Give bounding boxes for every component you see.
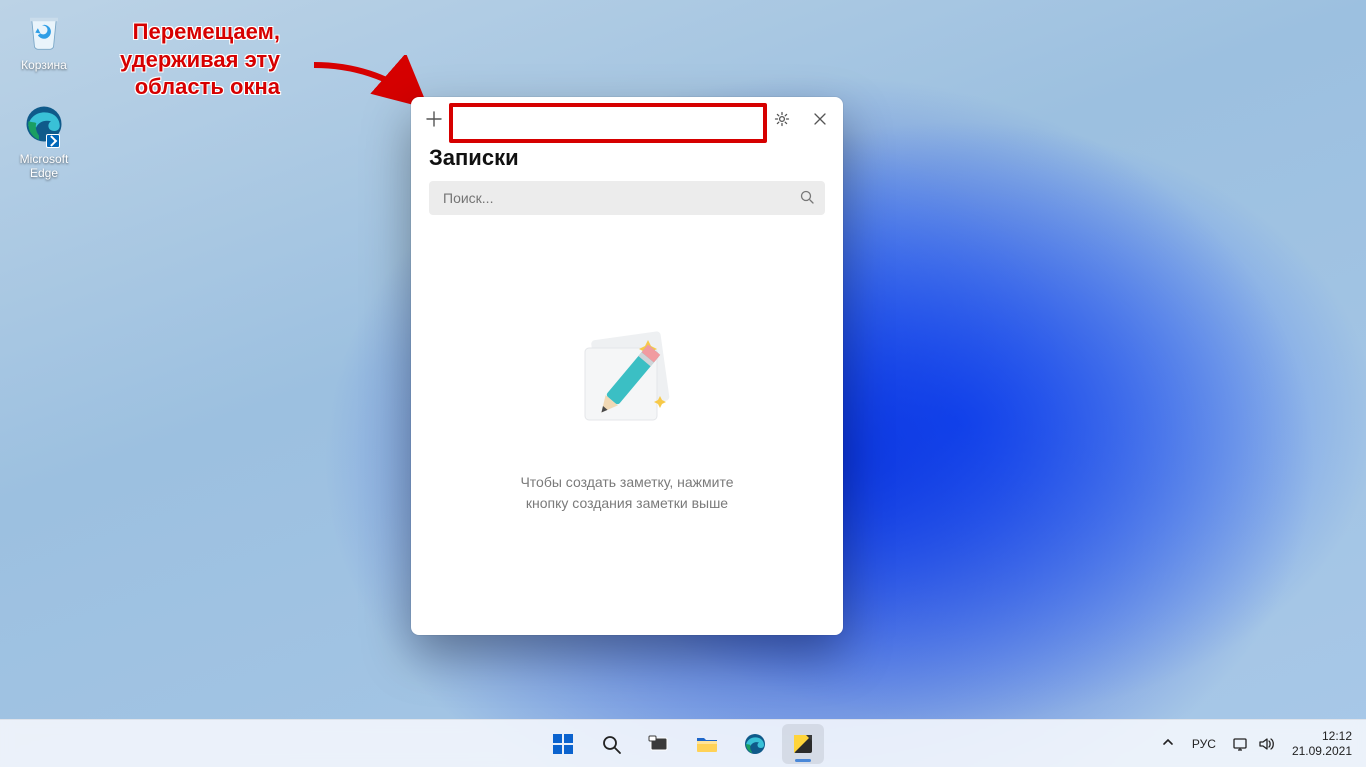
sticky-notes-window: Записки <box>411 97 843 635</box>
network-icon <box>1232 736 1248 752</box>
gear-icon <box>774 111 790 127</box>
empty-state-text: Чтобы создать заметку, нажмите <box>520 472 733 493</box>
chevron-up-icon <box>1162 736 1174 748</box>
app-title: Записки <box>429 145 825 171</box>
taskbar-search-button[interactable] <box>590 724 632 764</box>
tray-clock[interactable]: 12:12 21.09.2021 <box>1284 729 1352 758</box>
settings-button[interactable] <box>765 102 799 136</box>
taskbar-center-group <box>542 724 824 764</box>
empty-state-text: кнопку создания заметки выше <box>526 493 728 514</box>
tray-date: 21.09.2021 <box>1292 744 1352 758</box>
edge-icon <box>743 732 767 756</box>
desktop-icon-recycle-bin[interactable]: Корзина <box>6 6 82 72</box>
taskbar-app-explorer[interactable] <box>686 724 728 764</box>
annotation-text: Перемещаем, удерживая эту область окна <box>120 18 280 101</box>
empty-state-illustration-icon <box>552 318 702 448</box>
taskbar-app-edge[interactable] <box>734 724 776 764</box>
plus-icon <box>426 111 442 127</box>
desktop[interactable]: Корзина Microsoft Edge Перемещаем, удерж… <box>0 0 1366 719</box>
recycle-bin-icon <box>20 6 68 54</box>
edge-icon <box>20 100 68 148</box>
task-view-button[interactable] <box>638 724 680 764</box>
search-icon <box>799 189 815 210</box>
taskbar: РУС 12:12 21.09.2021 <box>0 719 1366 767</box>
file-explorer-icon <box>695 732 719 756</box>
search-box[interactable] <box>429 181 825 215</box>
annotation-line: Перемещаем, <box>120 18 280 46</box>
volume-icon <box>1258 736 1274 752</box>
tray-overflow-button[interactable] <box>1154 736 1182 751</box>
close-icon <box>813 112 827 126</box>
tray-time: 12:12 <box>1292 729 1352 743</box>
new-note-button[interactable] <box>417 102 451 136</box>
taskbar-app-sticky-notes[interactable] <box>782 724 824 764</box>
desktop-icon-edge[interactable]: Microsoft Edge <box>6 100 82 181</box>
system-tray: РУС 12:12 21.09.2021 <box>1154 729 1366 758</box>
windows-start-icon <box>551 732 575 756</box>
task-view-icon <box>648 733 670 755</box>
annotation-line: удерживая эту <box>120 46 280 74</box>
start-button[interactable] <box>542 724 584 764</box>
window-titlebar[interactable] <box>411 97 843 141</box>
tray-language[interactable]: РУС <box>1186 737 1222 751</box>
annotation-line: область окна <box>120 73 280 101</box>
empty-state: Чтобы создать заметку, нажмите кнопку со… <box>429 215 825 617</box>
search-icon <box>600 733 622 755</box>
desktop-icon-label: Корзина <box>6 58 82 72</box>
search-input[interactable] <box>441 189 791 207</box>
close-button[interactable] <box>803 102 837 136</box>
tray-quick-settings[interactable] <box>1226 736 1280 752</box>
sticky-notes-icon <box>791 732 815 756</box>
desktop-icon-label: Microsoft Edge <box>6 152 82 181</box>
shortcut-badge-icon <box>46 134 60 148</box>
